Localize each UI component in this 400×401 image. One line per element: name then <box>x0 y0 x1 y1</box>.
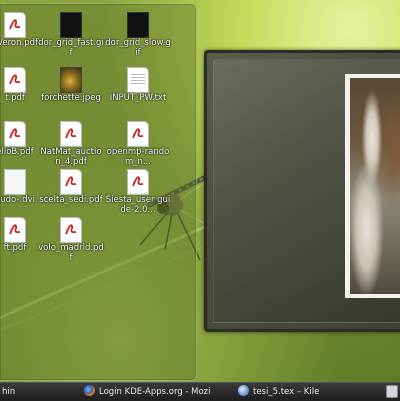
task-label: tesi_5.tex – Kile <box>253 387 320 397</box>
desktop-file-item[interactable]: NatMat_auction_4.pdf <box>38 118 104 170</box>
taskbar-task-firefox[interactable]: Login KDE-Apps.org - Mozi <box>84 383 230 401</box>
pdf-icon <box>127 121 149 147</box>
dvi-icon <box>4 169 26 195</box>
file-label: forchette.jpeg <box>41 93 101 103</box>
desktop-file-item[interactable]: Siesta_user guide-2.0... <box>105 166 171 218</box>
desktop-file-item[interactable]: volo_madrid.pdf <box>38 214 104 266</box>
file-label: volo_madrid.pdf <box>38 243 104 263</box>
gif-thumbnail-icon <box>60 12 82 38</box>
framed-photo <box>345 74 400 298</box>
pdf-icon <box>4 121 26 147</box>
file-label: Siesta_user guide-2.0... <box>105 195 171 215</box>
taskbar-task-kile[interactable]: tesi_5.tex – Kile <box>238 383 378 401</box>
folder-view-widget[interactable]: aVeron.pdf dor_grid_fast.gif dor_grid_sl… <box>0 3 197 381</box>
taskbar-task-1[interactable]: hin <box>2 383 62 401</box>
pdf-icon <box>60 121 82 147</box>
desktop-file-item[interactable]: forchette.jpeg <box>38 64 104 116</box>
pdf-icon <box>60 217 82 243</box>
taskbar: hin Login KDE-Apps.org - Mozi tesi_5.tex… <box>0 382 400 401</box>
pdf-icon <box>127 169 149 195</box>
folder-view-grid: aVeron.pdf dor_grid_fast.gif dor_grid_sl… <box>0 4 196 380</box>
file-label: INPUT_PW.txt <box>109 93 167 103</box>
show-desktop-icon[interactable] <box>386 385 398 398</box>
photo-image <box>350 78 400 294</box>
firefox-icon <box>84 385 95 396</box>
text-file-icon <box>127 67 149 93</box>
file-label: scelta_sedi.pdf <box>39 195 103 205</box>
pdf-icon <box>60 169 82 195</box>
pdf-icon <box>4 67 26 93</box>
jpeg-thumbnail-icon <box>60 67 82 93</box>
file-label: NatMat_auction_4.pdf <box>40 147 102 167</box>
desktop-file-item[interactable]: openmp-random_n... <box>105 118 171 170</box>
file-label: dor_grid_slow.gif <box>105 38 171 58</box>
task-label: Login KDE-Apps.org - Mozi <box>99 387 211 397</box>
desktop-file-item[interactable]: dor_grid_slow.gif <box>105 9 171 61</box>
desktop-file-item[interactable]: scelta_sedi.pdf <box>38 166 104 218</box>
pdf-icon <box>4 217 26 243</box>
desktop-file-item[interactable]: dor_grid_fast.gif <box>38 9 104 61</box>
desktop-file-item[interactable]: INPUT_PW.txt <box>105 64 171 116</box>
kile-icon <box>238 385 249 396</box>
gif-thumbnail-icon <box>127 12 149 38</box>
file-label: openmp-random_n... <box>106 147 170 167</box>
task-label: hin <box>2 387 16 397</box>
file-label: dor_grid_fast.gif <box>38 38 104 58</box>
pdf-icon <box>4 12 26 38</box>
